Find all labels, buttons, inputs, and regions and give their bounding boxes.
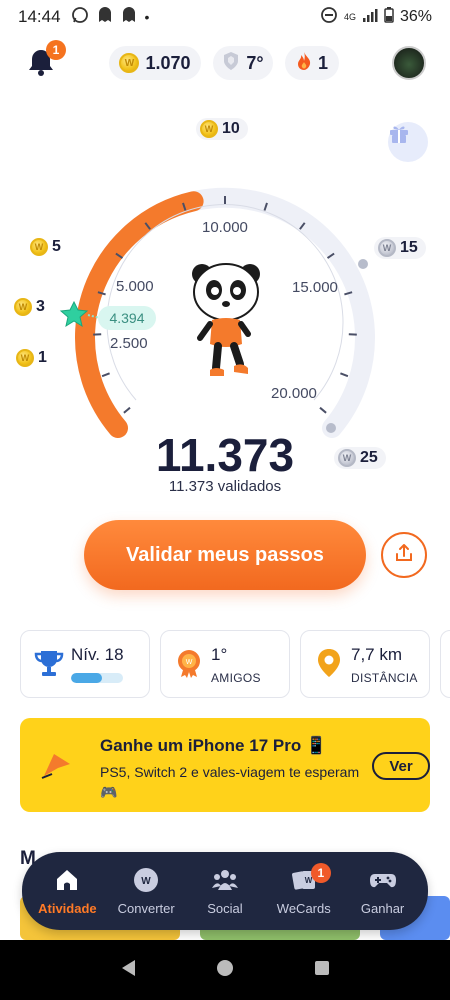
scale-label-10000: 10.000 <box>202 219 248 236</box>
gamepad-icon <box>369 866 397 897</box>
coin-w-icon: W <box>132 866 160 897</box>
nav-social[interactable]: Social <box>186 859 264 923</box>
coins-value: 1.070 <box>145 52 191 73</box>
steps-total: 11.373 <box>155 429 295 481</box>
reward-1[interactable]: W 1 <box>16 349 47 367</box>
back-icon[interactable] <box>119 958 137 983</box>
home-icon <box>53 866 81 897</box>
promo-title: Ganhe um iPhone 17 Pro 📱 <box>100 736 328 755</box>
level-progress-bar <box>71 673 123 683</box>
fire-icon <box>296 51 312 76</box>
shield-icon <box>222 51 240 76</box>
coin-icon: W <box>30 238 48 256</box>
ghost-icon <box>97 6 113 29</box>
gauge-tick <box>340 372 349 378</box>
level-value: Nív. 18 <box>71 645 124 664</box>
scale-label-2500: 2.500 <box>110 335 148 352</box>
coins-balance[interactable]: W 1.070 <box>109 46 201 80</box>
coin-icon: W <box>200 120 218 138</box>
nav-wecards[interactable]: W WeCards 1 <box>265 859 343 923</box>
battery-icon <box>384 6 394 28</box>
svg-text:W: W <box>141 876 151 887</box>
shield-streak[interactable]: 7° <box>213 46 273 80</box>
nav-atividade[interactable]: Atividade <box>28 859 106 923</box>
network-label: 4G <box>343 12 356 22</box>
coin-icon: W <box>14 298 32 316</box>
level-progress-fill <box>71 673 103 683</box>
bottom-nav: Atividade W Converter Social W WeCards 1… <box>22 852 428 930</box>
scale-label-15000: 15.000 <box>292 279 338 296</box>
whatsapp-icon <box>71 6 89 29</box>
scale-label-20000: 20.000 <box>271 385 317 402</box>
fire-value: 1 <box>317 52 328 73</box>
promo-banner[interactable]: Ganhe um iPhone 17 Pro 📱 PS5, Switch 2 e… <box>20 718 430 812</box>
friends-rank: 1° <box>211 645 228 664</box>
reward-15[interactable]: W 15 <box>374 237 426 259</box>
svg-text:W: W <box>186 659 193 666</box>
wecards-badge: 1 <box>310 863 331 883</box>
coin-icon: W <box>16 349 34 367</box>
reward-3[interactable]: W 3 <box>14 298 45 316</box>
gift-button[interactable] <box>388 122 428 162</box>
status-bar: 14:44 • 4G 36% <box>0 0 450 34</box>
battery-percent: 36% <box>399 8 432 25</box>
reward-5[interactable]: W 5 <box>30 238 61 256</box>
flag-icon <box>40 750 74 780</box>
fire-streak[interactable]: 1 <box>285 46 339 80</box>
gauge-tick <box>101 372 110 378</box>
share-icon <box>394 543 414 568</box>
nav-converter[interactable]: W Converter <box>107 859 185 923</box>
nav-ganhar[interactable]: Ganhar <box>344 859 422 923</box>
panda-mascot <box>188 260 268 388</box>
dot-icon: • <box>144 9 150 25</box>
status-time: 14:44 <box>18 7 61 26</box>
distance-label: DISTÂNCIA <box>351 671 418 685</box>
validate-steps-button[interactable]: Validar meus passos <box>84 520 366 590</box>
notification-badge: 1 <box>46 40 66 60</box>
top-bar: 1 W 1.070 7° 1 <box>0 40 450 88</box>
shield-value: 7° <box>246 52 264 73</box>
next-card-peek[interactable] <box>440 630 450 698</box>
promo-subtitle: PS5, Switch 2 e vales-viagem te esperam … <box>100 764 360 800</box>
medal-icon: W <box>173 647 205 679</box>
current-marker: 4.394 <box>98 306 156 330</box>
validated-text: 11.373 validados <box>168 478 282 495</box>
friends-label: AMIGOS <box>211 671 261 685</box>
home-circle-icon[interactable] <box>215 958 235 983</box>
signal-icon <box>362 7 378 28</box>
distance-card[interactable]: 7,7 km DISTÂNCIA <box>300 630 430 698</box>
distance-value: 7,7 km <box>351 645 403 664</box>
silver-coin-icon: W <box>378 239 396 257</box>
profile-avatar[interactable] <box>392 46 426 80</box>
promo-view-button[interactable]: Ver <box>372 752 430 780</box>
friends-card[interactable]: W 1° AMIGOS <box>160 630 290 698</box>
ghost-icon <box>121 6 137 29</box>
reward-10[interactable]: W 10 <box>196 118 248 140</box>
share-button[interactable] <box>381 532 427 578</box>
dnd-icon <box>320 6 338 29</box>
bell-icon <box>26 50 56 82</box>
scale-label-5000: 5.000 <box>116 278 154 295</box>
coin-icon: W <box>119 53 140 73</box>
people-icon <box>211 866 239 897</box>
system-nav-bar <box>0 940 450 1000</box>
gauge-tick <box>123 406 131 414</box>
trophy-icon <box>33 647 65 679</box>
location-pin-icon <box>313 647 345 679</box>
gauge-tick <box>319 406 327 414</box>
level-card[interactable]: Nív. 18 <box>20 630 150 698</box>
recents-icon[interactable] <box>313 959 331 982</box>
